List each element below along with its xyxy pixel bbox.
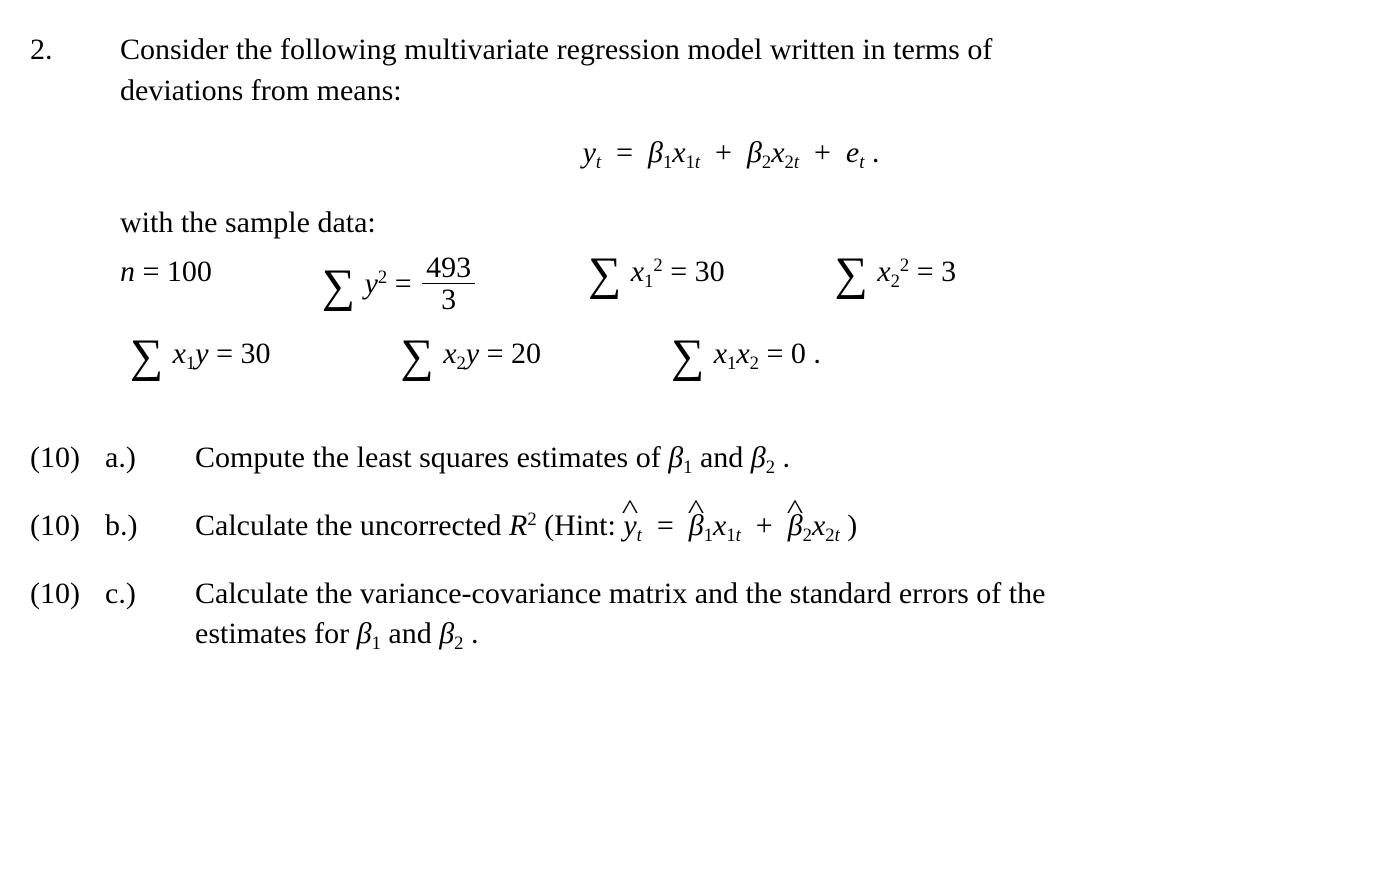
part-a: (10) a.) Compute the least squares estim… bbox=[30, 438, 1342, 480]
part-a-text: Compute the least squares estimates of β… bbox=[195, 438, 1342, 480]
data-sum-y2: ∑ y2 = 493 3 bbox=[322, 252, 478, 316]
part-a-label: a.) bbox=[105, 438, 195, 479]
part-b-text: Calculate the uncorrected R2 (Hint: yt =… bbox=[195, 506, 1342, 548]
data-n: n = 100 bbox=[120, 252, 212, 316]
part-c-line2-suffix: . bbox=[463, 617, 478, 650]
sum-y2-num: 493 bbox=[422, 252, 475, 284]
data-sum-x1x2: ∑ x1x2 = 0 . bbox=[671, 334, 821, 378]
data-sum-x2sq: ∑ x22 = 3 bbox=[835, 252, 957, 316]
part-b-points: (10) bbox=[30, 506, 105, 547]
model-equation: yt = β1x1t + β2x2t + et . bbox=[30, 133, 1342, 175]
part-c-text: Calculate the variance-covariance matrix… bbox=[195, 574, 1342, 657]
sum-y2-den: 3 bbox=[422, 283, 475, 316]
intro-text-line1: Consider the following multivariate regr… bbox=[120, 33, 992, 66]
data-sum-x2y: ∑ x2y = 20 bbox=[401, 334, 542, 378]
sample-data-row-1: n = 100 ∑ y2 = 493 3 ∑ x12 = 30 ∑ x22 = … bbox=[30, 252, 1342, 316]
exam-problem: 2. Consider the following multivariate r… bbox=[0, 0, 1392, 712]
and-word-a: and bbox=[692, 441, 750, 474]
part-b: (10) b.) Calculate the uncorrected R2 (H… bbox=[30, 506, 1342, 548]
data-sum-x1sq: ∑ x12 = 30 bbox=[588, 252, 725, 316]
intro-text-line2: deviations from means: bbox=[120, 74, 402, 107]
part-c: (10) c.) Calculate the variance-covarian… bbox=[30, 574, 1342, 657]
problem-header: 2. Consider the following multivariate r… bbox=[30, 30, 1342, 111]
problem-number: 2. bbox=[30, 30, 120, 71]
problem-intro: Consider the following multivariate regr… bbox=[120, 30, 1342, 111]
and-word-c: and bbox=[381, 617, 439, 650]
part-c-label: c.) bbox=[105, 574, 195, 615]
sample-data-row-2: ∑ x1y = 30 ∑ x2y = 20 ∑ x1x2 = 0 . bbox=[30, 334, 1342, 378]
part-b-hint-word: (Hint: bbox=[537, 509, 624, 542]
part-a-prefix: Compute the least squares estimates of bbox=[195, 441, 668, 474]
part-b-suffix: ) bbox=[847, 509, 857, 542]
data-sum-x1y: ∑ x1y = 30 bbox=[130, 334, 271, 378]
part-a-points: (10) bbox=[30, 438, 105, 479]
part-c-points: (10) bbox=[30, 574, 105, 615]
part-b-prefix: Calculate the uncorrected bbox=[195, 509, 509, 542]
with-data-label: with the sample data: bbox=[30, 203, 1342, 244]
part-c-line1: Calculate the variance-covariance matrix… bbox=[195, 577, 1045, 610]
part-c-line2-prefix: estimates for bbox=[195, 617, 357, 650]
part-a-suffix: . bbox=[775, 441, 790, 474]
part-b-label: b.) bbox=[105, 506, 195, 547]
